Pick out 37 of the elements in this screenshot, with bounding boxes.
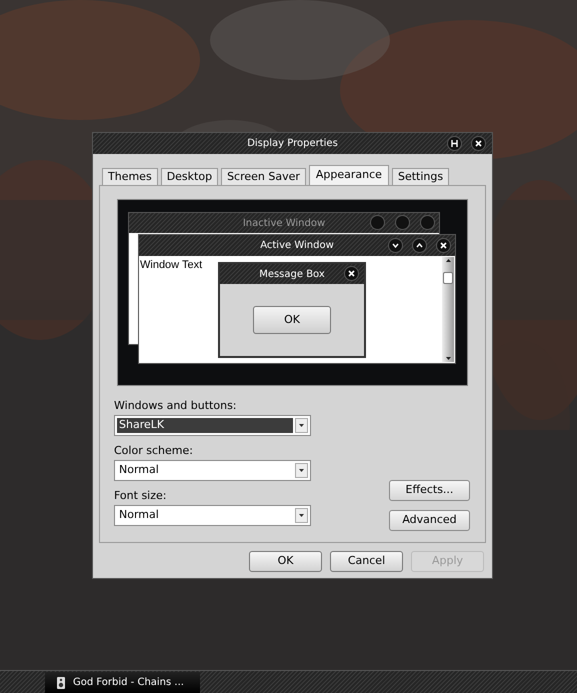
dropdown-field[interactable]: ShareLK [114, 415, 311, 436]
tab[interactable]: Settings [392, 168, 450, 185]
dropdown-value: Normal [118, 463, 160, 478]
field-label: Color scheme: [114, 444, 194, 457]
scroll-up-icon[interactable] [446, 259, 450, 262]
side-button[interactable]: Advanced [389, 510, 470, 531]
scrollbar[interactable] [442, 257, 454, 362]
window-text: Window Text [140, 258, 202, 273]
tab[interactable]: Themes [102, 168, 158, 185]
side-button[interactable]: Effects... [389, 480, 470, 501]
inactive-window-title: Inactive Window [242, 216, 326, 230]
field-label: Font size: [114, 489, 168, 502]
scroll-thumb[interactable] [443, 272, 453, 284]
dropdown-field[interactable]: Normal [114, 460, 311, 481]
message-box-title: Message Box [259, 268, 325, 282]
scroll-down-icon[interactable] [446, 357, 450, 360]
close-icon [440, 242, 447, 249]
close-icon [475, 140, 482, 147]
restore-icon [451, 140, 458, 147]
task-label: God Forbid - Chains ... [73, 676, 184, 690]
taskbar-button[interactable]: God Forbid - Chains ... [45, 672, 200, 693]
speaker-icon [57, 676, 65, 688]
close-icon [348, 270, 355, 277]
tab[interactable]: Appearance [308, 165, 389, 185]
dialog-button[interactable]: Cancel [330, 551, 403, 572]
chevron-down-icon [392, 243, 399, 248]
ok-button[interactable]: OK [253, 306, 331, 334]
active-window-title: Active Window [260, 239, 334, 253]
dialog-button[interactable]: OK [249, 551, 322, 572]
tab[interactable]: Screen Saver [221, 168, 306, 185]
dropdown-value: Normal [118, 508, 160, 523]
tab[interactable]: Desktop [160, 168, 218, 185]
chevron-up-icon [416, 243, 423, 248]
dropdown-value: ShareLK [117, 418, 293, 433]
field-label: Windows and buttons: [114, 399, 238, 412]
window-title: Display Properties [247, 137, 338, 151]
dropdown-field[interactable]: Normal [114, 505, 311, 526]
